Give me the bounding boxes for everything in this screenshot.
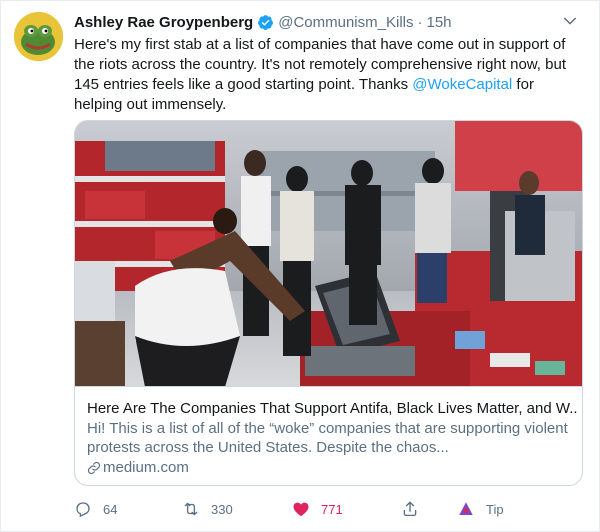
retweet-count: 330 xyxy=(211,501,233,517)
card-domain: medium.com xyxy=(87,458,189,478)
tip-label: Tip xyxy=(486,501,504,517)
mention-link[interactable]: @WokeCapital xyxy=(412,76,512,93)
reply-count: 64 xyxy=(103,501,118,517)
action-bar: 64 330 771 Tip xyxy=(74,497,584,521)
reply-button[interactable]: 64 xyxy=(74,497,117,521)
timestamp[interactable]: 15h xyxy=(426,14,451,31)
tweet[interactable]: Ashley Rae Groypenberg @Communism_Kills … xyxy=(0,0,600,532)
retweet-button[interactable]: 330 xyxy=(182,497,233,521)
tip-button[interactable]: Tip xyxy=(457,497,504,521)
retweet-icon xyxy=(184,502,198,516)
verified-badge-icon xyxy=(257,14,274,31)
link-card[interactable]: Here Are The Companies That Support Anti… xyxy=(74,120,583,486)
like-button[interactable]: 771 xyxy=(292,497,343,521)
heart-icon xyxy=(293,502,309,517)
share-icon xyxy=(403,501,417,517)
like-count: 771 xyxy=(321,501,343,517)
tip-icon xyxy=(459,502,473,515)
card-description: Hi! This is a list of all of the “woke” … xyxy=(87,420,568,456)
link-icon xyxy=(87,461,101,475)
chevron-down-icon[interactable] xyxy=(561,12,579,30)
avatar[interactable] xyxy=(14,12,63,61)
tweet-header: Ashley Rae Groypenberg @Communism_Kills … xyxy=(74,12,579,32)
card-domain-text: medium.com xyxy=(103,459,189,476)
card-image[interactable] xyxy=(75,121,582,387)
separator-dot: · xyxy=(417,13,423,31)
display-name[interactable]: Ashley Rae Groypenberg xyxy=(74,14,253,31)
card-title[interactable]: Here Are The Companies That Support Anti… xyxy=(87,399,577,419)
handle[interactable]: @Communism_Kills xyxy=(278,14,413,31)
share-button[interactable] xyxy=(401,497,430,521)
tweet-text: Here's my first stab at a list of compan… xyxy=(74,35,574,115)
reply-icon xyxy=(76,502,90,517)
